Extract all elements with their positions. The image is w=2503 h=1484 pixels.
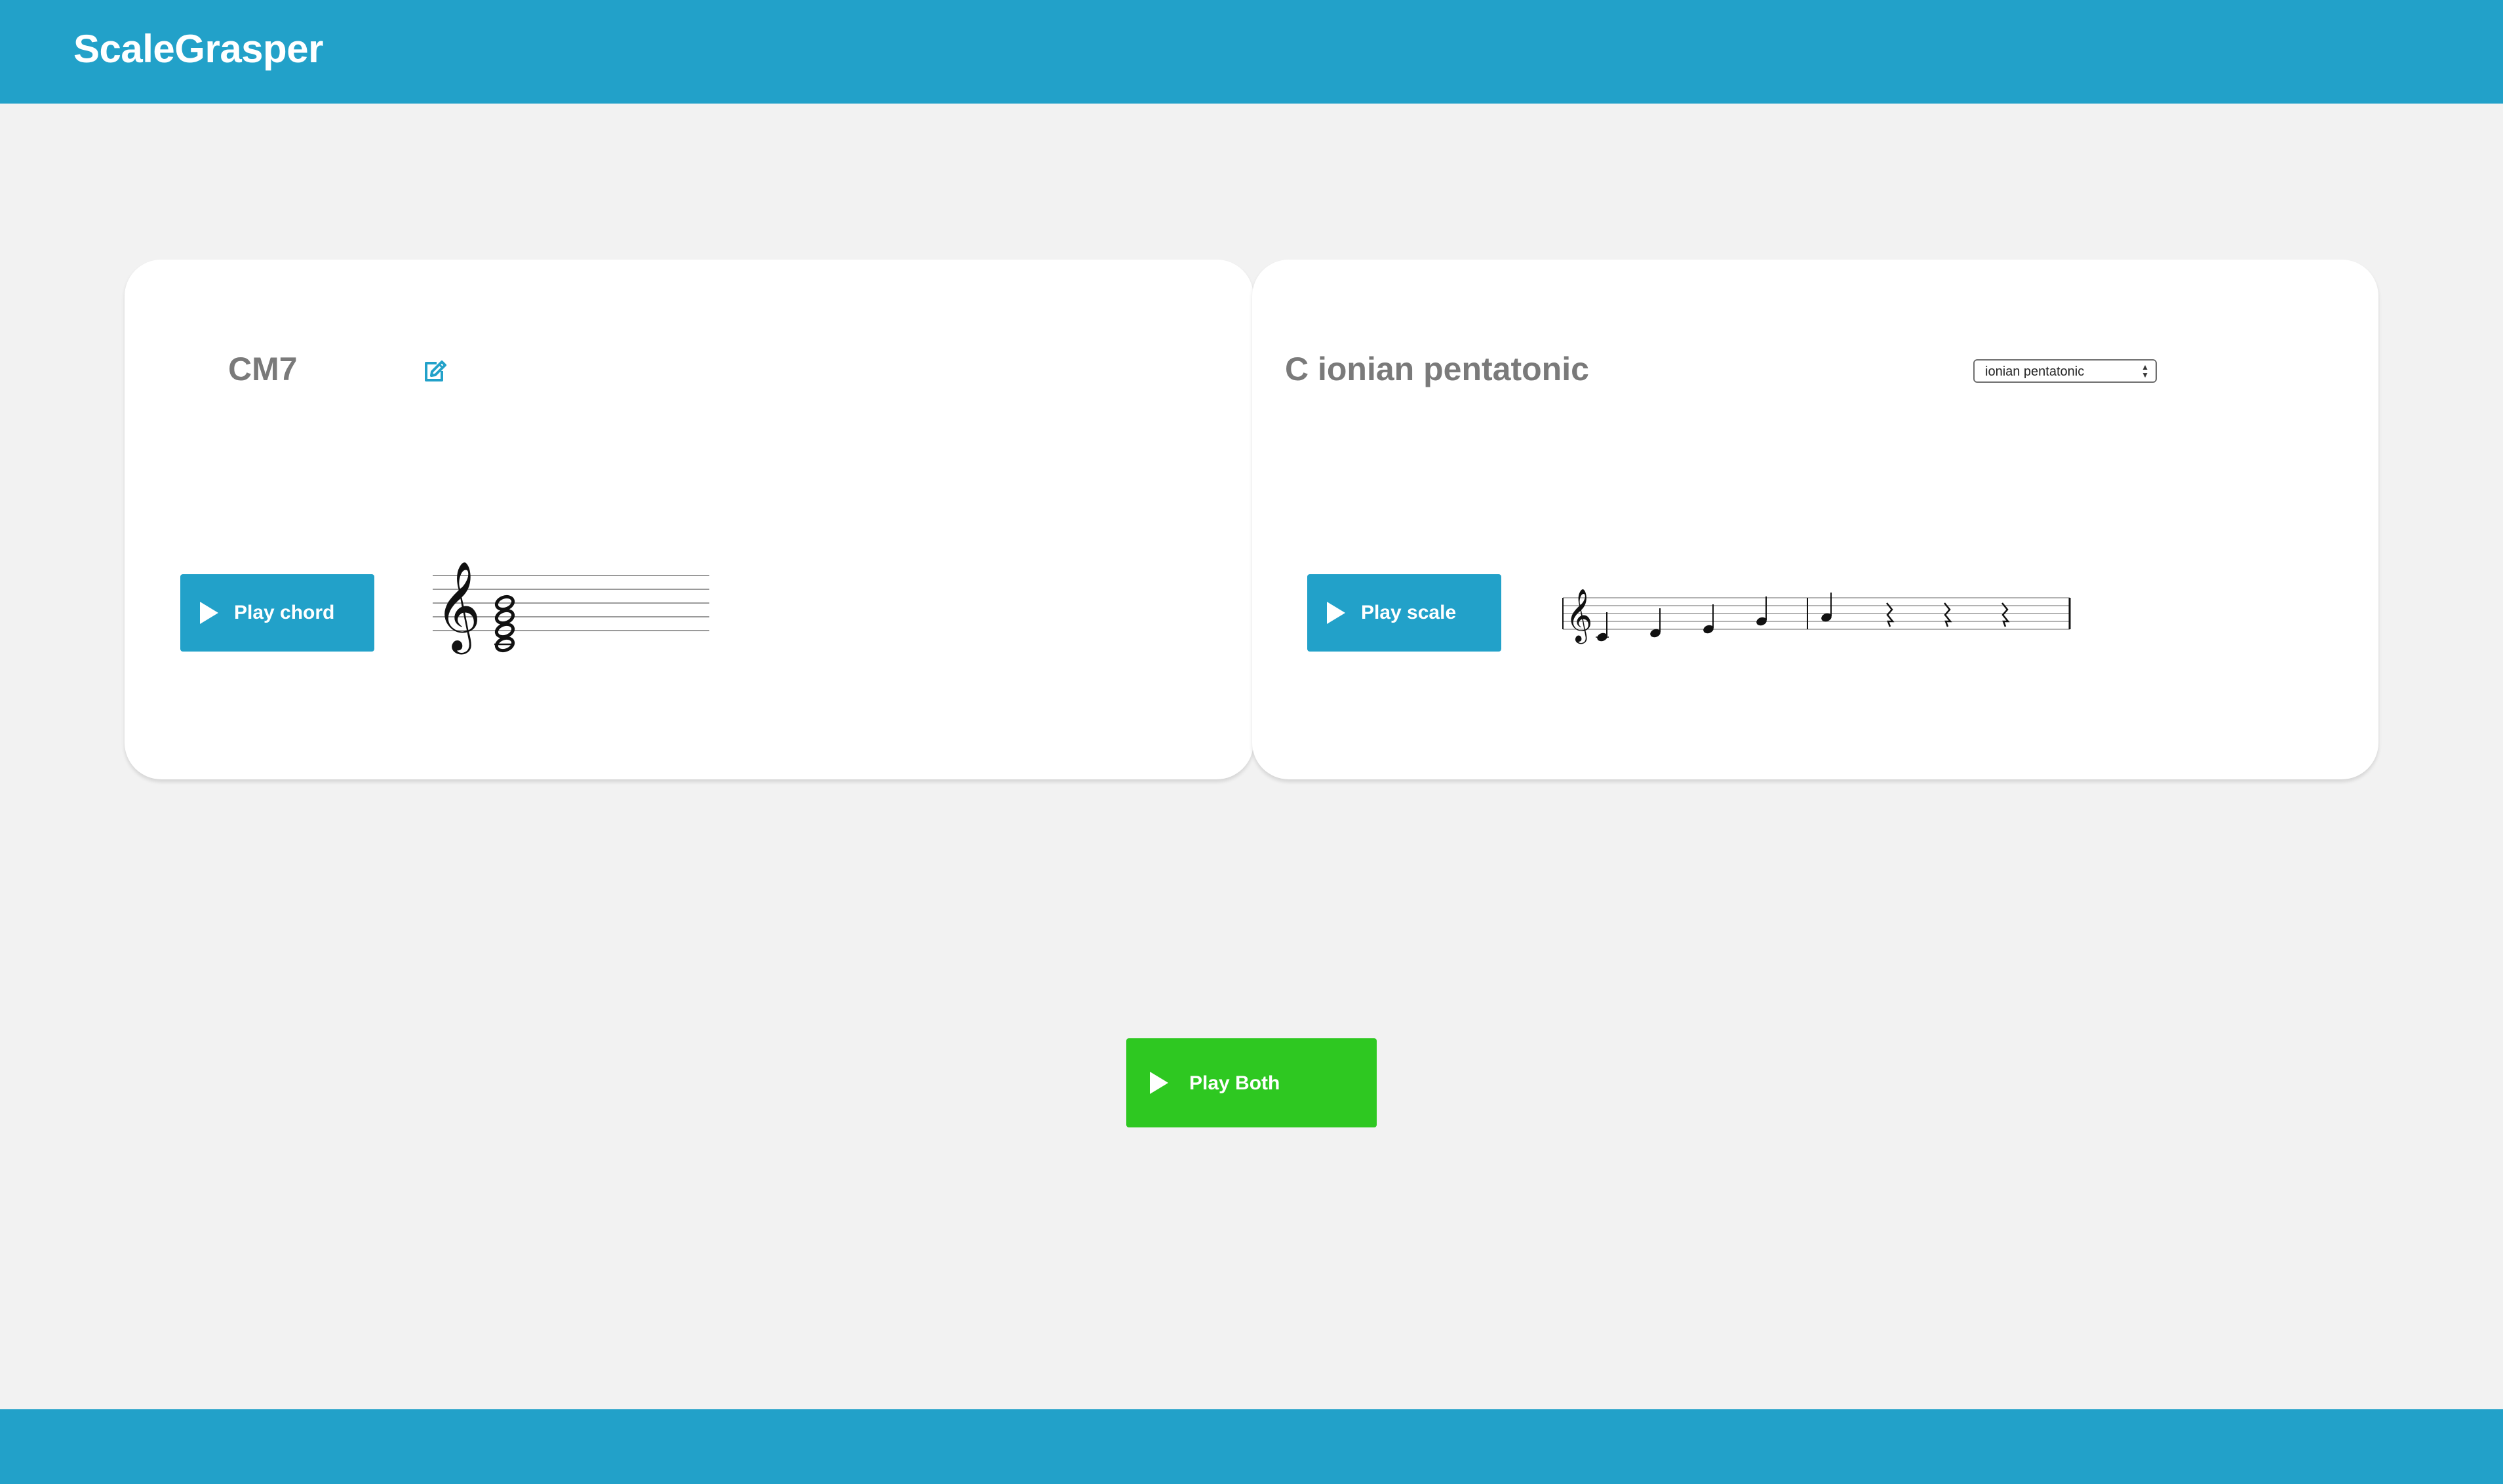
play-scale-label: Play scale <box>1361 602 1457 623</box>
chord-title: CM7 <box>228 351 298 387</box>
staff-lines <box>1563 597 2070 630</box>
treble-clef: 𝄞 <box>435 560 481 654</box>
play-chord-button[interactable]: Play chord <box>180 574 374 652</box>
play-chord-label: Play chord <box>234 602 335 623</box>
app-footer <box>0 1409 2503 1484</box>
scale-notes <box>1596 593 1832 642</box>
scale-select-value: ionian pentatonic <box>1985 364 2085 379</box>
quarter-rest <box>2001 602 2010 627</box>
play-both-button[interactable]: Play Both <box>1126 1038 1377 1127</box>
quarter-rest <box>1886 602 1895 627</box>
select-arrows-icon: ▲ ▼ <box>2141 362 2149 380</box>
play-icon <box>200 602 218 624</box>
play-icon <box>1150 1072 1168 1094</box>
play-scale-button[interactable]: Play scale <box>1307 574 1501 652</box>
treble-clef: 𝄞 <box>1566 588 1592 644</box>
app-title: ScaleGrasper <box>73 27 323 71</box>
scale-card: C ionian pentatonic ionian pentatonic ▲ ▼… <box>1252 260 2378 779</box>
play-both-label: Play Both <box>1189 1072 1280 1094</box>
quarter-rest <box>1944 602 1952 627</box>
app-header: ScaleGrasper <box>0 0 2503 104</box>
scale-title: C ionian pentatonic <box>1285 351 1589 387</box>
scale-staff: 𝄞 <box>1562 588 2071 644</box>
play-icon <box>1327 602 1345 624</box>
rests <box>1886 602 2010 627</box>
scale-type-select[interactable]: ionian pentatonic ▲ ▼ <box>1973 359 2157 383</box>
edit-icon[interactable] <box>421 358 447 384</box>
chord-staff: 𝄞 <box>433 560 709 654</box>
chord-card: CM7 Play chord 𝄞 <box>125 260 1253 779</box>
